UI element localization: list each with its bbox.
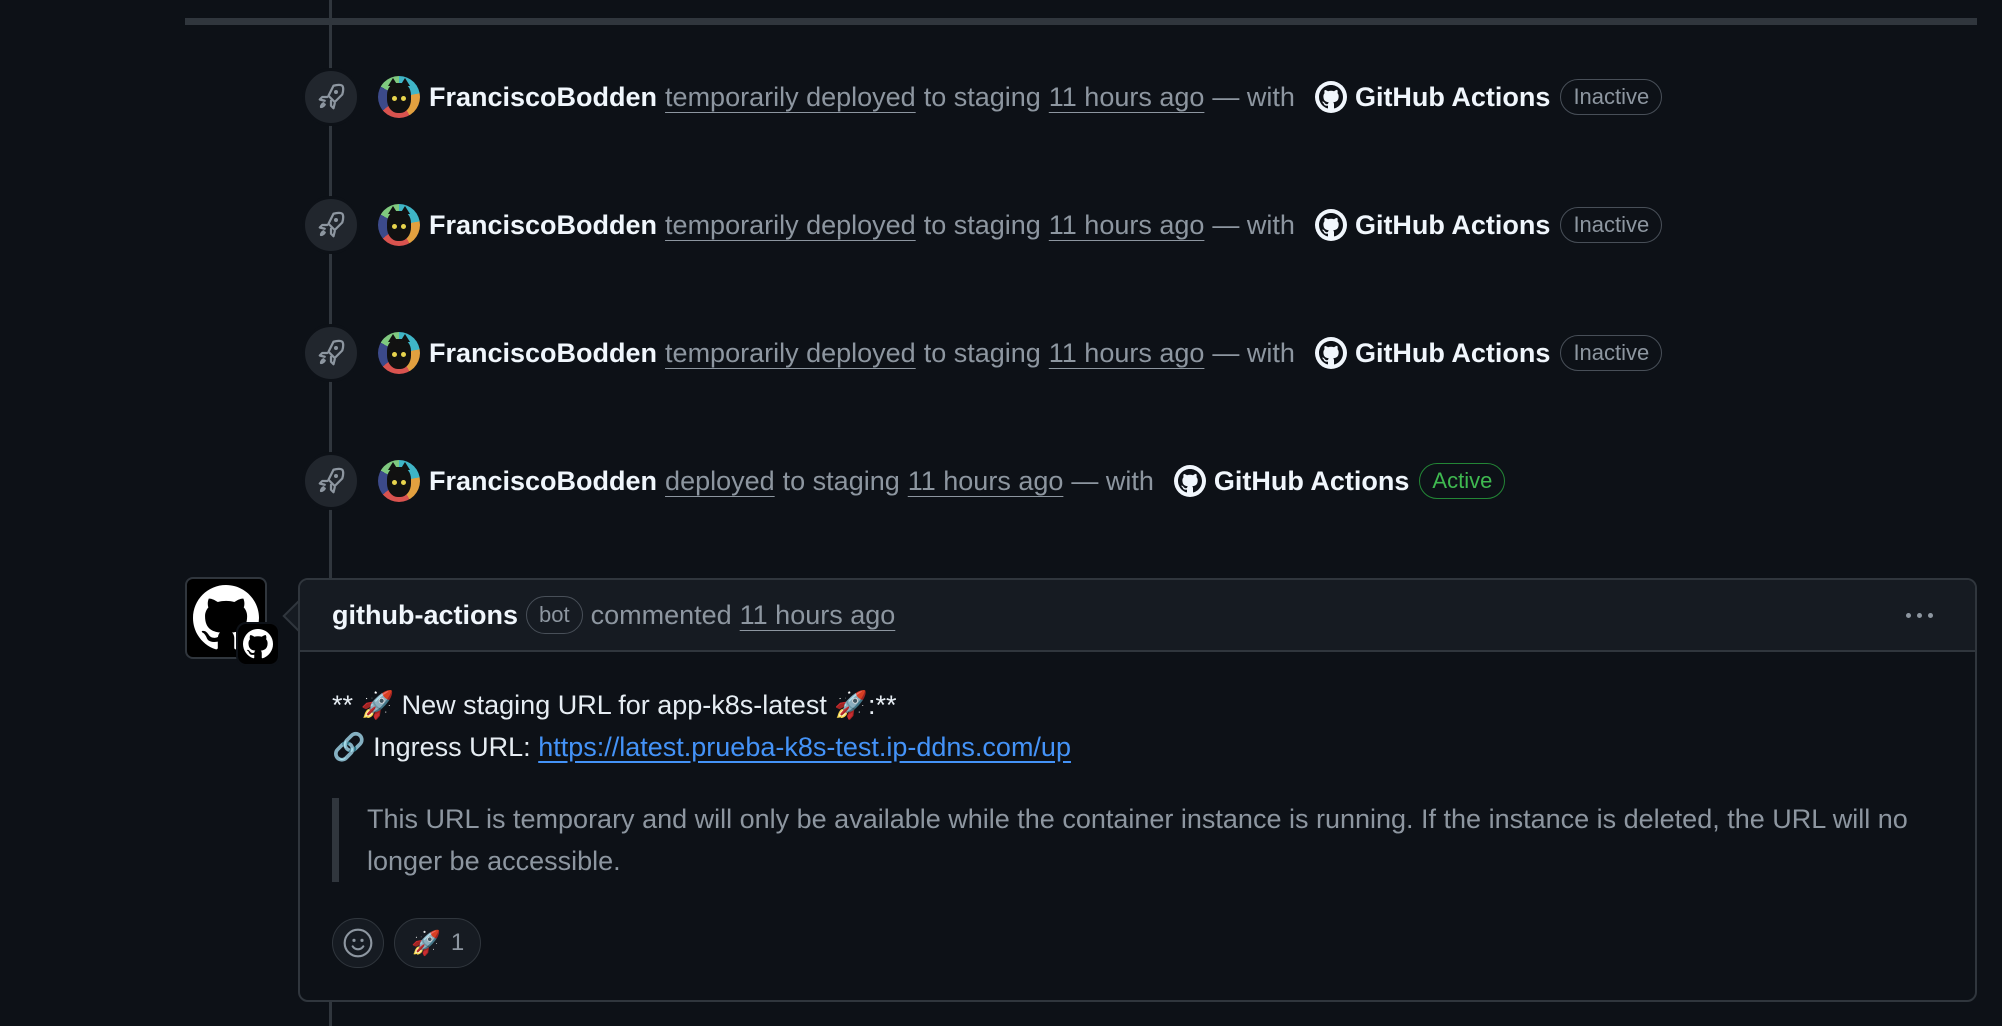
timestamp-link[interactable]: 11 hours ago: [1049, 82, 1205, 113]
environment-text: to staging: [923, 337, 1041, 368]
ingress-url-line: 🔗 Ingress URL: https://latest.prueba-k8s…: [332, 726, 1943, 768]
comment-heading: ** 🚀 New staging URL for app-k8s-latest …: [332, 690, 897, 720]
comment-header: github-actions bot commented 11 hours ag…: [300, 580, 1975, 652]
environment-text: to staging: [923, 209, 1041, 240]
rocket-reaction-button[interactable]: 🚀 1: [394, 918, 482, 968]
deployment-event: FranciscoBodden deployed to staging 11 h…: [302, 452, 1506, 510]
deployment-link[interactable]: temporarily deployed: [665, 82, 916, 113]
github-mark-icon: [1314, 81, 1347, 113]
bot-badge: bot: [525, 596, 583, 634]
pull-request-timeline: FranciscoBodden temporarily deployed to …: [0, 0, 2002, 1026]
deployment-event: FranciscoBodden temporarily deployed to …: [302, 196, 1663, 254]
timestamp-link[interactable]: 11 hours ago: [1049, 338, 1205, 369]
deployment-link[interactable]: temporarily deployed: [665, 338, 916, 369]
avatar[interactable]: [378, 460, 420, 502]
reaction-count: 1: [450, 929, 465, 956]
with-text: — with: [1212, 337, 1295, 368]
app-link[interactable]: GitHub Actions: [1355, 338, 1551, 369]
comment-timestamp-link[interactable]: 11 hours ago: [740, 600, 896, 631]
rocket-icon: [302, 68, 360, 126]
app-link[interactable]: GitHub Actions: [1355, 82, 1551, 113]
blockquote: This URL is temporary and will only be a…: [332, 798, 1912, 882]
add-reaction-button[interactable]: [332, 918, 384, 968]
status-badge: Active: [1419, 463, 1506, 499]
kebab-icon[interactable]: [1896, 603, 1943, 628]
with-text: — with: [1071, 465, 1154, 496]
timestamp-link[interactable]: 11 hours ago: [908, 466, 1064, 497]
rocket-icon: [302, 452, 360, 510]
deployment-link[interactable]: deployed: [665, 466, 775, 497]
ingress-url-link[interactable]: https://latest.prueba-k8s-test.ip-ddns.c…: [538, 732, 1071, 762]
github-mark-icon: [1173, 465, 1206, 497]
actor-link[interactable]: FranciscoBodden: [429, 338, 657, 369]
github-mark-icon: [1314, 209, 1347, 241]
github-app-badge-icon: [236, 622, 280, 666]
github-mark-icon: [1314, 337, 1347, 369]
status-badge: Inactive: [1560, 79, 1663, 115]
rocket-icon: [302, 196, 360, 254]
rocket-icon: [302, 324, 360, 382]
avatar[interactable]: [378, 204, 420, 246]
comment-card: github-actions bot commented 11 hours ag…: [298, 578, 1977, 1002]
app-link[interactable]: GitHub Actions: [1355, 210, 1551, 241]
with-text: — with: [1212, 81, 1295, 112]
timestamp-link[interactable]: 11 hours ago: [1049, 210, 1205, 241]
avatar[interactable]: [378, 76, 420, 118]
avatar[interactable]: [378, 332, 420, 374]
deployment-event: FranciscoBodden temporarily deployed to …: [302, 68, 1663, 126]
deployment-link[interactable]: temporarily deployed: [665, 210, 916, 241]
actor-link[interactable]: FranciscoBodden: [429, 466, 657, 497]
with-text: — with: [1212, 209, 1295, 240]
app-link[interactable]: GitHub Actions: [1214, 466, 1410, 497]
reaction-emoji: 🚀: [411, 929, 441, 957]
status-badge: Inactive: [1560, 335, 1663, 371]
status-badge: Inactive: [1560, 207, 1663, 243]
reactions-bar: 🚀 1: [300, 918, 1975, 968]
comment-body: ** 🚀 New staging URL for app-k8s-latest …: [300, 652, 1975, 882]
timeline-line: [329, 998, 332, 1026]
ingress-url-label: 🔗 Ingress URL:: [332, 732, 531, 762]
environment-text: to staging: [782, 465, 900, 496]
comment-author-link[interactable]: github-actions: [332, 600, 518, 631]
deployment-event: FranciscoBodden temporarily deployed to …: [302, 324, 1663, 382]
actor-link[interactable]: FranciscoBodden: [429, 82, 657, 113]
smiley-icon: [343, 928, 373, 958]
actor-link[interactable]: FranciscoBodden: [429, 210, 657, 241]
comment-verb: commented: [590, 599, 732, 630]
environment-text: to staging: [923, 81, 1041, 112]
section-divider: [185, 18, 1977, 25]
